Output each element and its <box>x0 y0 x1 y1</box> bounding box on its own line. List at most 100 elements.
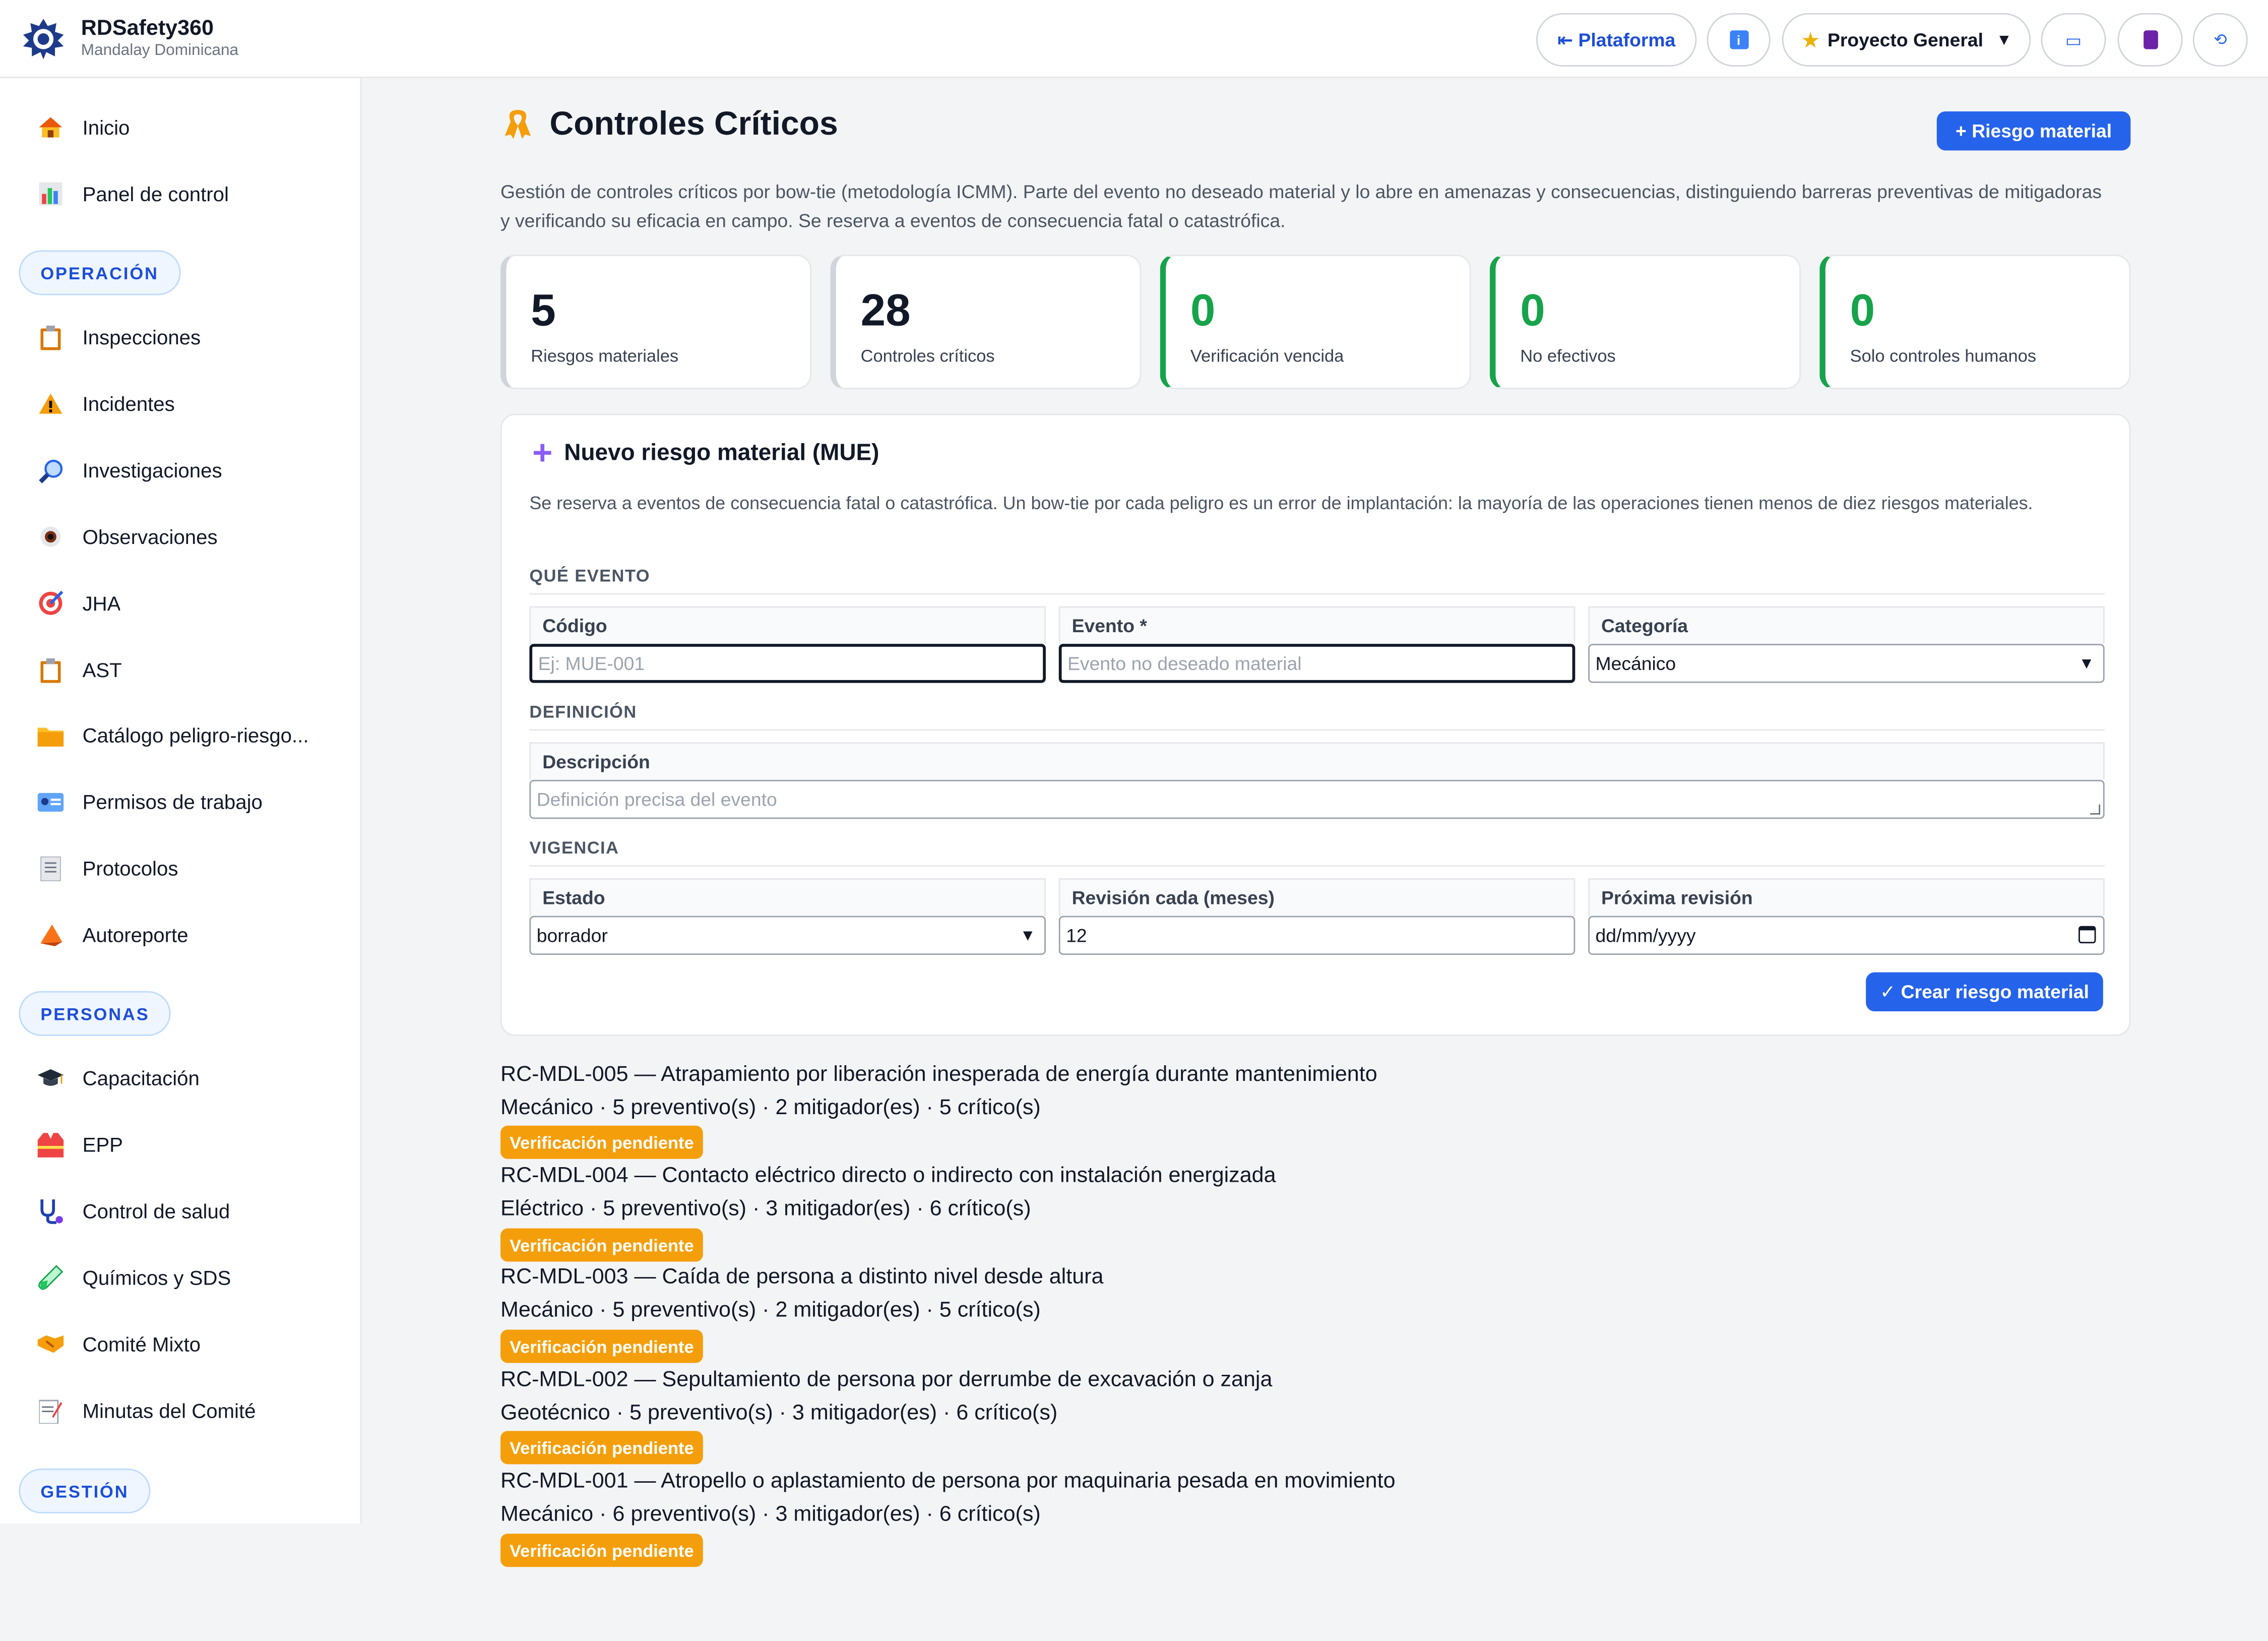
info-icon: i <box>1729 30 1748 49</box>
revision-input[interactable]: 12 <box>1058 916 1576 955</box>
sidebar-item-label: Minutas del Comité <box>82 1399 256 1423</box>
form-title-text: Nuevo riesgo material (MUE) <box>564 441 879 466</box>
status-badge: Verificación pendiente <box>500 1329 703 1363</box>
brand-subtitle: Mandalay Dominicana <box>81 42 239 59</box>
proxima-revision-label: Próxima revisión <box>1588 878 2105 916</box>
risk-item-title[interactable]: RC-MDL-002 — Sepultamiento de persona po… <box>500 1367 1272 1392</box>
warning-icon <box>35 388 67 419</box>
sidebar-item-protocolos[interactable]: Protocolos <box>35 851 339 886</box>
status-badge: Verificación pendiente <box>500 1125 703 1159</box>
sidebar-item-label: Observaciones <box>82 525 218 549</box>
codigo-label: Código <box>529 606 1046 644</box>
kpi-riesgos-materiales: 5 Riesgos materiales <box>500 255 812 390</box>
sidebar-item-label: Comité Mixto <box>82 1332 201 1356</box>
resize-handle-icon[interactable] <box>2090 804 2101 815</box>
sidebar-item-label: Incidentes <box>82 392 175 415</box>
risk-item-title[interactable]: RC-MDL-004 — Contacto eléctrico directo … <box>500 1163 1276 1188</box>
page-title: Controles Críticos <box>500 104 838 143</box>
section-personas[interactable]: PERSONAS <box>19 991 171 1036</box>
section-definicion: DEFINICIÓN <box>529 702 2105 731</box>
section-que-evento: QUÉ EVENTO <box>529 566 2105 595</box>
clipboard-icon <box>35 321 67 353</box>
graduation-cap-icon <box>35 1062 67 1094</box>
sidebar-item-incidentes[interactable]: Incidentes <box>35 386 339 421</box>
section-gestion[interactable]: GESTIÓN <box>19 1468 151 1513</box>
risk-item-meta: Eléctrico · 5 preventivo(s) · 3 mitigado… <box>500 1196 1031 1222</box>
sidebar-item-autoreporte[interactable]: Autoreporte <box>35 918 339 952</box>
form-description: Se reserva a eventos de consecuencia fat… <box>529 493 2033 514</box>
chevron-down-icon: ▼ <box>2078 654 2095 673</box>
sidebar-item-label: Investigaciones <box>82 458 222 482</box>
sidebar-item-capacitacion[interactable]: Capacitación <box>35 1061 339 1096</box>
sidebar-item-observaciones[interactable]: Observaciones <box>35 519 339 554</box>
platform-button[interactable]: ⇤ Plataforma <box>1536 13 1697 67</box>
sidebar-item-label: EPP <box>82 1133 123 1157</box>
risk-item-meta: Geotécnico · 5 preventivo(s) · 3 mitigad… <box>500 1401 1058 1425</box>
descripcion-textarea[interactable]: Definición precisa del evento <box>529 779 2105 819</box>
stethoscope-icon <box>35 1195 67 1227</box>
sidebar-item-catalogo[interactable]: Catálogo peligro-riesgo... <box>35 717 339 752</box>
kpi-no-efectivos: 0 No efectivos <box>1489 255 1801 390</box>
add-material-risk-button[interactable]: + Riesgo material <box>1936 111 2131 151</box>
section-vigencia: VIGENCIA <box>529 838 2105 867</box>
manual-button[interactable]: ▭ <box>2041 13 2106 67</box>
sidebar-item-epp[interactable]: EPP <box>35 1127 339 1162</box>
magnifier-icon <box>35 454 67 486</box>
project-selector[interactable]: ★ Proyecto General ▼ <box>1782 13 2031 67</box>
risk-item-title[interactable]: RC-MDL-003 — Caída de persona a distinto… <box>500 1264 1103 1289</box>
chevron-down-icon: ▼ <box>1020 927 1036 944</box>
sidebar-item-quimicos[interactable]: Químicos y SDS <box>35 1260 339 1295</box>
kpi-value: 5 <box>531 285 556 336</box>
kpi-value: 0 <box>1520 285 1545 336</box>
top-header: RDSafety360 Mandalay Dominicana ⇤ Plataf… <box>0 0 2268 78</box>
descripcion-label: Descripción <box>529 742 2105 780</box>
sidebar-item-ast[interactable]: AST <box>35 652 339 687</box>
sidebar-item-label: Permisos de trabajo <box>82 789 263 813</box>
risk-item-meta: Mecánico · 5 preventivo(s) · 2 mitigador… <box>500 1095 1041 1120</box>
kpi-controles-criticos: 28 Controles críticos <box>830 255 1142 390</box>
section-operacion[interactable]: OPERACIÓN <box>19 250 180 295</box>
sidebar-item-comite[interactable]: Comité Mixto <box>35 1327 339 1362</box>
sidebar-item-permisos[interactable]: Permisos de trabajo <box>35 784 339 819</box>
categoria-select[interactable]: Mecánico ▼ <box>1588 644 2105 683</box>
risk-item-title[interactable]: RC-MDL-001 — Atropello o aplastamiento d… <box>500 1469 1396 1493</box>
plus-icon: + <box>532 434 553 473</box>
estado-select[interactable]: borrador ▼ <box>529 916 1046 955</box>
codigo-input[interactable]: Ej: MUE-001 <box>529 644 1046 683</box>
sidebar-item-label: Inicio <box>82 115 130 139</box>
info-button[interactable]: i <box>1707 13 1771 67</box>
sidebar: Inicio Panel de control OPERACIÓN Inspec… <box>0 78 362 1524</box>
sync-button[interactable]: ⟲ <box>2192 13 2248 67</box>
ribbon-icon <box>505 109 531 139</box>
sidebar-item-jha[interactable]: JHA <box>35 586 339 621</box>
sidebar-item-label: JHA <box>82 591 121 615</box>
id-card-icon <box>35 785 67 817</box>
megaphone-icon <box>35 919 67 950</box>
risk-item-title[interactable]: RC-MDL-005 — Atrapamiento por liberación… <box>500 1062 1377 1087</box>
new-material-risk-form: + Nuevo riesgo material (MUE) Se reserva… <box>500 413 2131 1036</box>
sidebar-item-investigaciones[interactable]: Investigaciones <box>35 453 339 488</box>
sidebar-item-control-salud[interactable]: Control de salud <box>35 1194 339 1229</box>
project-label: Proyecto General <box>1827 29 1983 51</box>
create-material-risk-button[interactable]: ✓ Crear riesgo material <box>1866 972 2103 1012</box>
calendar-icon[interactable] <box>2078 926 2096 944</box>
proxima-revision-input[interactable]: dd/mm/yyyy <box>1588 916 2105 955</box>
target-icon <box>35 587 67 619</box>
safety-vest-icon <box>35 1129 67 1161</box>
sidebar-item-panel[interactable]: Panel de control <box>35 176 339 211</box>
status-badge: Verificación pendiente <box>500 1431 703 1465</box>
calculator-button[interactable] <box>2117 13 2183 67</box>
sidebar-item-inicio[interactable]: Inicio <box>35 110 339 145</box>
memo-icon <box>35 1395 67 1427</box>
sync-icon: ⟲ <box>2214 32 2227 49</box>
book-icon: ▭ <box>2065 29 2082 50</box>
star-icon: ★ <box>1801 28 1820 53</box>
sidebar-item-inspecciones[interactable]: Inspecciones <box>35 320 339 354</box>
chevron-down-icon: ▼ <box>1996 31 2012 49</box>
brand-name: RDSafety360 <box>81 16 214 41</box>
sidebar-item-minutas[interactable]: Minutas del Comité <box>35 1393 339 1428</box>
evento-input[interactable]: Evento no deseado material <box>1058 644 1576 683</box>
eye-icon <box>35 521 67 553</box>
test-tube-icon <box>35 1262 67 1294</box>
kpi-label: Verificación vencida <box>1190 345 1344 367</box>
